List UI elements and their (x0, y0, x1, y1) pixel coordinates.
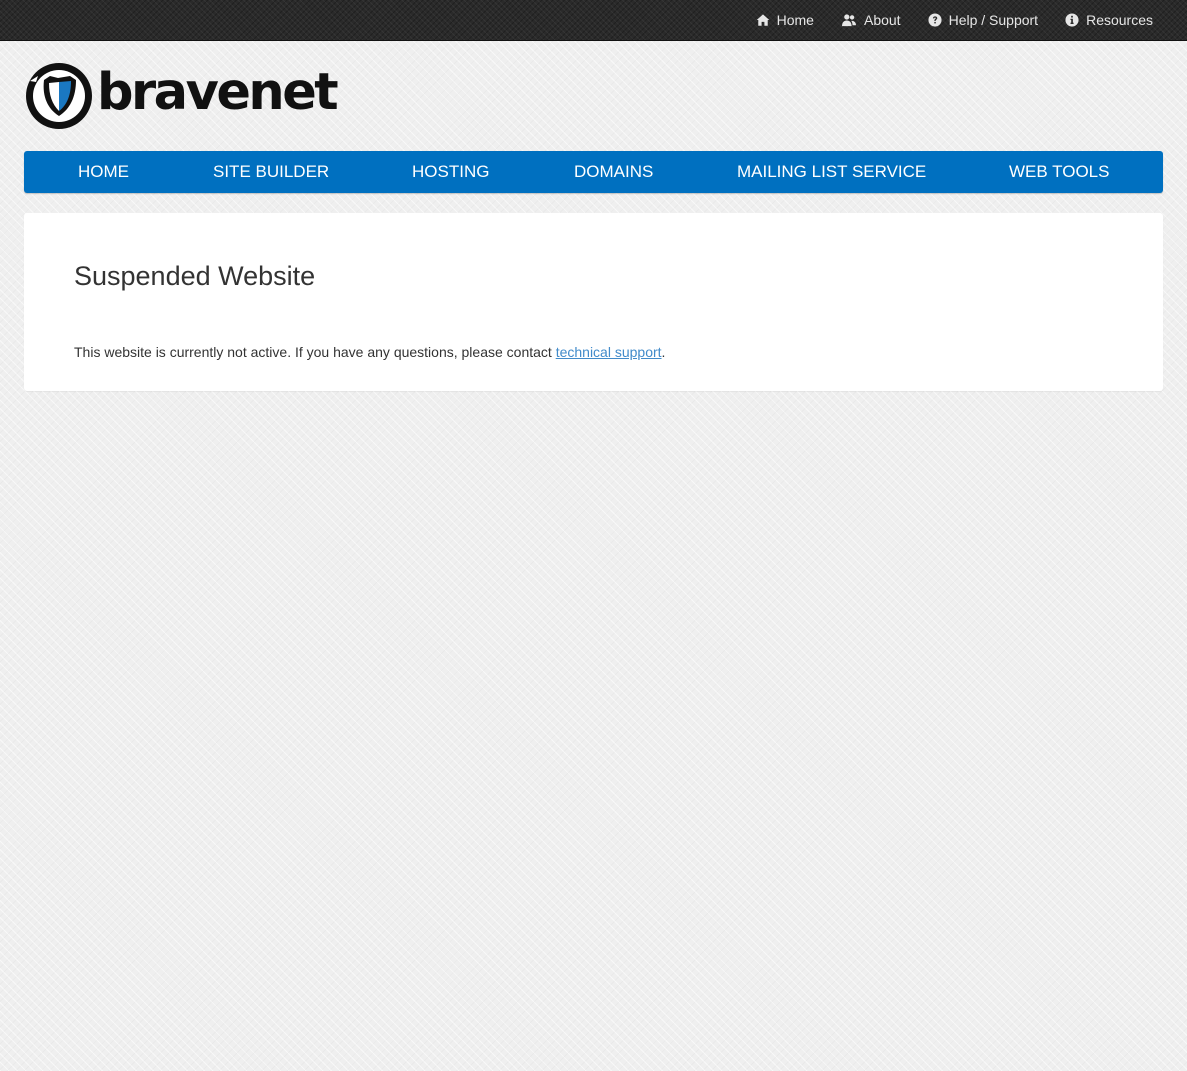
top-nav: Home About Help / Support Resources (729, 0, 1153, 40)
info-circle-icon (1065, 13, 1086, 27)
mainnav-site-builder[interactable]: SITE BUILDER (213, 151, 329, 193)
topnav-resources-label: Resources (1086, 12, 1153, 28)
logo-wordmark: bravenet (97, 63, 339, 122)
message-end: . (661, 344, 666, 360)
content-panel: Suspended Website This website is curren… (24, 213, 1163, 391)
topnav-help-support-label: Help / Support (948, 12, 1039, 28)
topnav-home-label: Home (776, 12, 814, 28)
shield-logo-icon (26, 63, 92, 129)
topnav-help-support-link[interactable]: Help / Support (928, 12, 1039, 28)
mainnav-home[interactable]: HOME (78, 151, 129, 193)
topnav-about-link[interactable]: About (841, 12, 901, 28)
topnav-about-label: About (863, 12, 901, 28)
bravenet-logo[interactable]: bravenet (24, 61, 339, 131)
mainnav-domains[interactable]: DOMAINS (574, 151, 653, 193)
technical-support-link[interactable]: technical support (556, 344, 662, 360)
mainnav-web-tools[interactable]: WEB TOOLS (1009, 151, 1109, 193)
mainnav-mailing-list-service[interactable]: MAILING LIST SERVICE (737, 151, 926, 193)
topnav-home-link[interactable]: Home (756, 12, 814, 28)
message-text: This website is currently not active. If… (74, 344, 556, 360)
home-icon (756, 13, 777, 27)
mainnav-hosting[interactable]: HOSTING (412, 151, 489, 193)
top-bar: Home About Help / Support Resources (0, 0, 1187, 41)
question-circle-icon (928, 13, 949, 27)
users-icon (841, 13, 864, 27)
page-title: Suspended Website (74, 261, 316, 291)
main-nav: HOME SITE BUILDER HOSTING DOMAINS MAILIN… (24, 151, 1163, 193)
suspended-message: This website is currently not active. If… (74, 344, 665, 360)
topnav-resources-link[interactable]: Resources (1065, 12, 1153, 28)
